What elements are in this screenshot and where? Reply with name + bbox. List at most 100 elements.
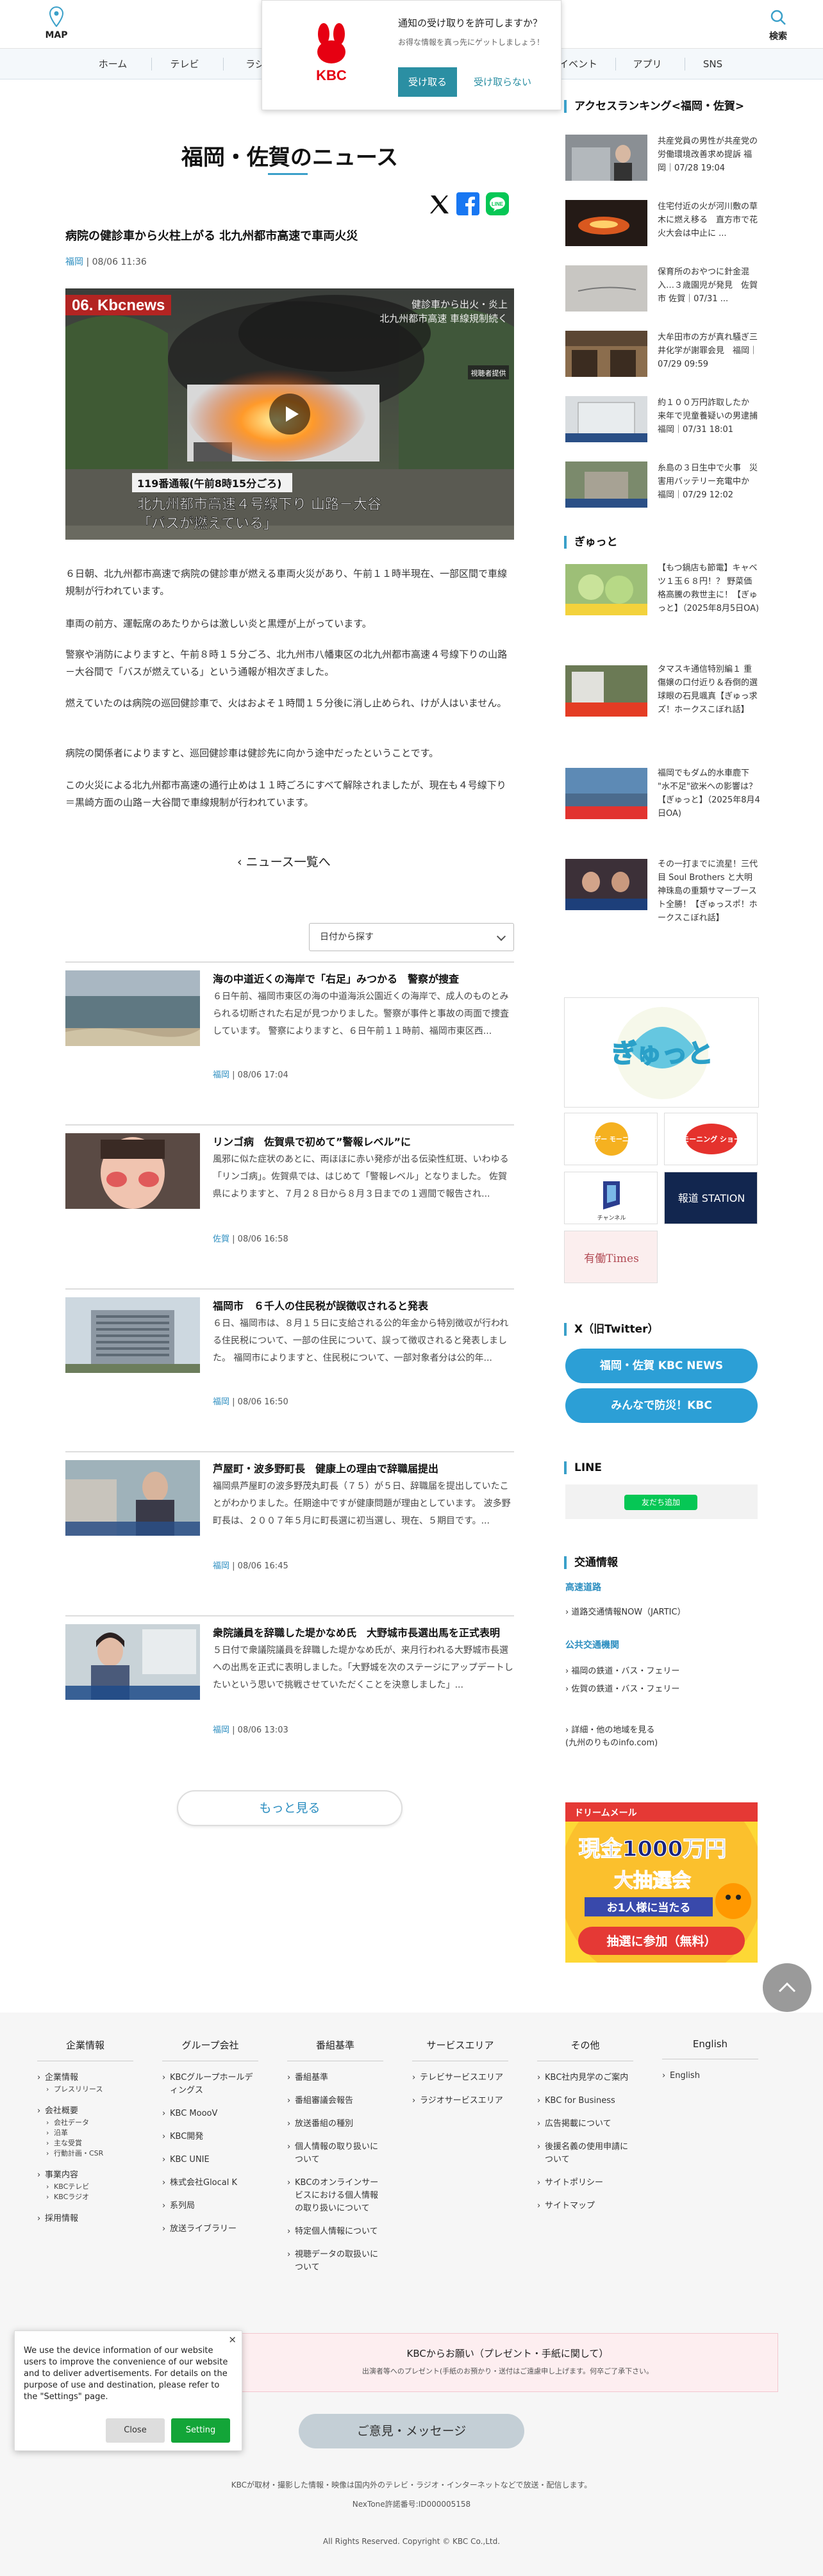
ranking-item-text[interactable]: 大牟田市の方が真れ騒ぎ三井化学が謝罪会見 福岡｜07/29 09:59 (658, 331, 760, 371)
gyutto-program-banner[interactable]: ぎゅっと (564, 997, 759, 1108)
ranking-item-text[interactable]: 保育所のおやつに針金混入…３歳園児が発見 佐賀市 佐賀｜07/31 ... (658, 265, 760, 306)
footer-link[interactable]: 事業内容 (37, 2169, 133, 2182)
news-title[interactable]: 芦屋町・波多野町長 健康上の理由で辞職届提出 (213, 1460, 514, 1475)
morning-show-banner[interactable]: モーニング ショー (664, 1113, 758, 1165)
news-title[interactable]: 福岡市 ６千人の住民税が誤徴収されると発表 (213, 1297, 514, 1313)
footer-link[interactable]: KBC開発 (162, 2131, 258, 2143)
footer-link[interactable]: 株式会社Glocal K (162, 2177, 258, 2190)
footer-sub-link[interactable]: KBCテレビ (37, 2182, 133, 2192)
footer-link[interactable]: 企業情報 (37, 2072, 133, 2084)
cookie-close-button[interactable]: Close (106, 2418, 165, 2443)
footer-sub-link[interactable]: プレスリリース (37, 2084, 133, 2095)
footer-link[interactable]: ラジオサービスエリア (412, 2095, 508, 2107)
footer-link[interactable]: KBCのオンラインサービスにおける個人情報の取り扱いについて (287, 2177, 383, 2215)
footer-link[interactable]: KBCグループホールディングス (162, 2072, 258, 2097)
footer-link[interactable]: 番組審議会報告 (287, 2095, 383, 2107)
footer-sub-link[interactable]: KBCラジオ (37, 2192, 133, 2202)
traffic-fukuoka-link[interactable]: › 福岡の鉄道・バス・フェリー (565, 1665, 679, 1678)
present-notice-box[interactable]: KBCからお願い（プレゼント・手紙に関して） 出演者等へのプレゼント(手紙のお預… (237, 2333, 778, 2392)
search-button[interactable]: 検索 (759, 0, 797, 49)
news-thumbnail[interactable] (65, 1460, 200, 1536)
udo-times-banner[interactable]: 有働Times (564, 1231, 658, 1283)
footer-link[interactable]: KBC for Business (537, 2095, 633, 2107)
news-category-link[interactable]: 福岡 (213, 1070, 229, 1080)
cookie-setting-button[interactable]: Setting (171, 2418, 230, 2443)
footer-sub-link[interactable]: 主な受賞 (37, 2138, 133, 2148)
article-category-link[interactable]: 福岡 (65, 257, 83, 267)
footer-link[interactable]: 会社概要 (37, 2105, 133, 2118)
traffic-detail-link[interactable]: › 詳細・他の地域を見る (九州のりものinfo.com) (565, 1724, 658, 1750)
gyutto-item-text[interactable]: 福岡でもダム的水車鹿下 "水不足"欲米への影響は？【ぎゅっと】（2025年8月4… (658, 767, 760, 820)
traffic-jartic-link[interactable]: › 道路交通情報NOW（JARTIC） (565, 1606, 686, 1619)
news-title[interactable]: 海の中道近くの海岸で「右足」みつかる 警察が捜査 (213, 970, 514, 986)
news-thumbnail[interactable] (65, 1624, 200, 1700)
back-to-news-list-link[interactable]: ‹ ニュース一覧へ (237, 852, 331, 870)
map-button[interactable]: MAP (37, 0, 76, 49)
ranking-item-text[interactable]: 糸島の３日生中で火事 災害用バッテリー充電中か 福岡｜07/29 12:02 (658, 461, 760, 502)
footer-link[interactable]: 広告掲載について (537, 2118, 633, 2131)
sunday-morning-banner[interactable]: サンデー モーニング (564, 1113, 658, 1165)
traffic-saga-link[interactable]: › 佐賀の鉄道・バス・フェリー (565, 1683, 679, 1696)
news-thumbnail[interactable] (65, 1133, 200, 1209)
nav-item-tv[interactable]: テレビ (153, 49, 217, 79)
footer-link[interactable]: テレビサービスエリア (412, 2072, 508, 2084)
ranking-thumbnail[interactable] (565, 265, 647, 312)
line-add-friend-button[interactable]: 友だち追加 (624, 1495, 697, 1510)
ranking-thumbnail[interactable] (565, 396, 647, 442)
notification-accept-button[interactable]: 受け取る (398, 67, 457, 97)
news-category-link[interactable]: 福岡 (213, 1397, 229, 1407)
notification-decline-button[interactable]: 受け取らない (467, 67, 538, 97)
lottery-ad-banner[interactable]: ドリームメール 現金1000万円 大抽選会 お1人様に当たる 抽選に参加（無料） (565, 1802, 758, 1963)
footer-link[interactable]: サイトポリシー (537, 2177, 633, 2190)
news-title[interactable]: 衆院議員を辞職した堤かなめ氏 大野城市長選出馬を正式表明 (213, 1624, 514, 1640)
ranking-thumbnail[interactable] (565, 135, 647, 181)
share-facebook-button[interactable] (456, 192, 479, 215)
footer-link[interactable]: 視聴データの取扱いについて (287, 2248, 383, 2274)
ranking-item-text[interactable]: 共産党員の男性が共産党の労働環境改善求め提訴 福岡｜07/28 19:04 (658, 135, 760, 175)
share-x-button[interactable] (427, 192, 450, 215)
video-play-button[interactable] (269, 394, 310, 435)
ranking-thumbnail[interactable] (565, 200, 647, 246)
channel-banner[interactable]: チャンネル (564, 1172, 658, 1224)
gyutto-item-text[interactable]: その一打までに流星！三代目 Soul Brothers と大明神珠島の重類サマー… (658, 858, 760, 925)
gyutto-thumbnail[interactable] (565, 768, 647, 819)
ranking-thumbnail[interactable] (565, 461, 647, 508)
nav-item-home[interactable]: ホーム (81, 49, 145, 79)
date-search-select[interactable]: 日付から探す (309, 923, 514, 951)
gyutto-thumbnail[interactable] (565, 564, 647, 615)
footer-link[interactable]: 番組基準 (287, 2072, 383, 2084)
twitter-kbc-news-button[interactable]: 福岡・佐賀 KBC NEWS (565, 1349, 758, 1383)
footer-link[interactable]: 特定個人情報について (287, 2225, 383, 2238)
ranking-item-text[interactable]: 約１００万円詐取したか 来年で児童養疑いの男逮捕 福岡｜07/31 18:01 (658, 396, 760, 436)
footer-link[interactable]: 個人情報の取り扱いについて (287, 2141, 383, 2166)
ranking-item-text[interactable]: 住宅付近の火が河川敷の草木に燃え移る 直方市で花火大会は中止に ... (658, 200, 760, 240)
news-thumbnail[interactable] (65, 1297, 200, 1373)
footer-link[interactable]: English (662, 2070, 758, 2082)
footer-link[interactable]: KBC社内見学のご案内 (537, 2072, 633, 2084)
hodo-station-banner[interactable]: 報道 STATION (664, 1172, 758, 1224)
ranking-thumbnail[interactable] (565, 331, 647, 377)
footer-link[interactable]: 系列局 (162, 2200, 258, 2213)
load-more-button[interactable]: もっと見る (177, 1790, 403, 1826)
news-thumbnail[interactable] (65, 970, 200, 1046)
footer-sub-link[interactable]: 行動計画・CSR (37, 2148, 133, 2159)
news-category-link[interactable]: 佐賀 (213, 1234, 229, 1244)
nav-item-app[interactable]: アプリ (615, 49, 679, 79)
footer-link[interactable]: 後援名義の使用申請について (537, 2141, 633, 2166)
news-title[interactable]: リンゴ病 佐賀県で初めて”警報レベル”に (213, 1133, 514, 1149)
news-category-link[interactable]: 福岡 (213, 1725, 229, 1735)
footer-link[interactable]: KBC UNIE (162, 2154, 258, 2166)
footer-link[interactable]: 放送ライブラリー (162, 2223, 258, 2236)
footer-link[interactable]: 採用情報 (37, 2213, 133, 2225)
news-category-link[interactable]: 福岡 (213, 1561, 229, 1571)
footer-link[interactable]: 放送番組の種別 (287, 2118, 383, 2131)
nav-item-sns[interactable]: SNS (681, 49, 745, 79)
gyutto-thumbnail[interactable] (565, 859, 647, 910)
twitter-bousai-button[interactable]: みんなで防災！KBC (565, 1388, 758, 1423)
share-line-button[interactable]: LINE (486, 192, 509, 215)
footer-link[interactable]: サイトマップ (537, 2200, 633, 2213)
gyutto-item-text[interactable]: 【もつ鍋店も節電】キャベツ１玉６８円！？ 野菜価格高騰の救世主に！【ぎゅっと】（… (658, 561, 760, 615)
article-video-player[interactable]: 06. Kbcnews 健診車から出火・炎上 北九州都市高速 車線規制続く 視聴… (65, 288, 514, 540)
cookie-close-icon[interactable]: × (228, 2334, 237, 2345)
gyutto-thumbnail[interactable] (565, 665, 647, 717)
